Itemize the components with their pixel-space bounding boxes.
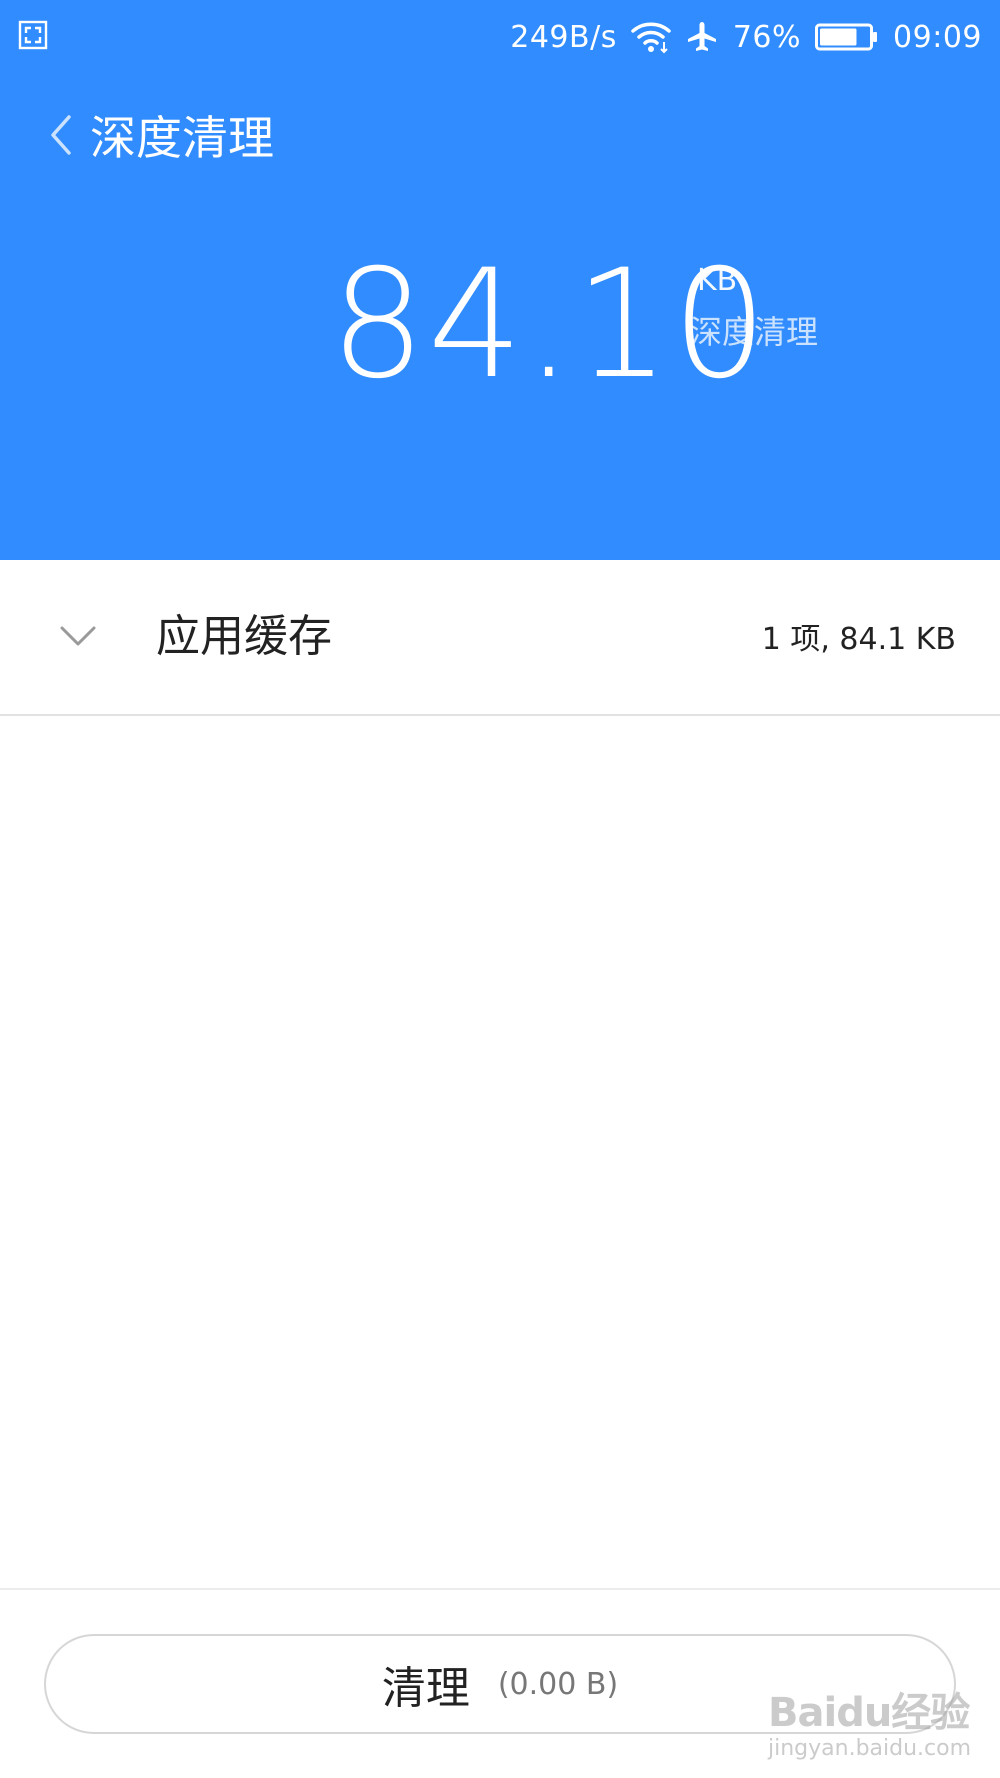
size-unit: KB [697,263,738,298]
clean-button-label: 清理 [381,1663,470,1714]
battery-icon [815,23,878,51]
status-bar: 249B/s 76% 09:09 [0,0,1000,75]
size-label: 深度清理 [690,313,819,351]
status-right: 249B/s 76% 09:09 [510,14,982,60]
clean-button-size: (0.00 B) [497,1666,619,1702]
header: 249B/s 76% 09:09 深度清理 84.10 KB 深度清理 [0,0,1000,560]
time: 09:09 [893,19,982,55]
bottom-divider [0,1588,1000,1590]
wifi-icon [631,22,671,54]
list-item[interactable]: 应用缓存 1 项, 84.1 KB [0,560,1000,716]
chevron-down-icon[interactable] [58,620,98,650]
back-arrow-icon[interactable] [40,105,80,165]
airplane-icon [687,22,716,51]
page-title: 深度清理 [90,111,274,165]
net-speed: 249B/s [510,19,617,55]
list-item-title: 应用缓存 [156,611,332,662]
battery-percent: 76% [732,19,802,55]
clean-button[interactable]: 清理 (0.00 B) [44,1634,956,1734]
title-row: 深度清理 [0,98,274,172]
size-summary: 84.10 KB 深度清理 [0,250,1000,400]
watermark-url: jingyan.baidu.com [768,1736,972,1761]
list-item-meta: 1 项, 84.1 KB [761,622,956,657]
screenshot-icon [18,20,48,50]
